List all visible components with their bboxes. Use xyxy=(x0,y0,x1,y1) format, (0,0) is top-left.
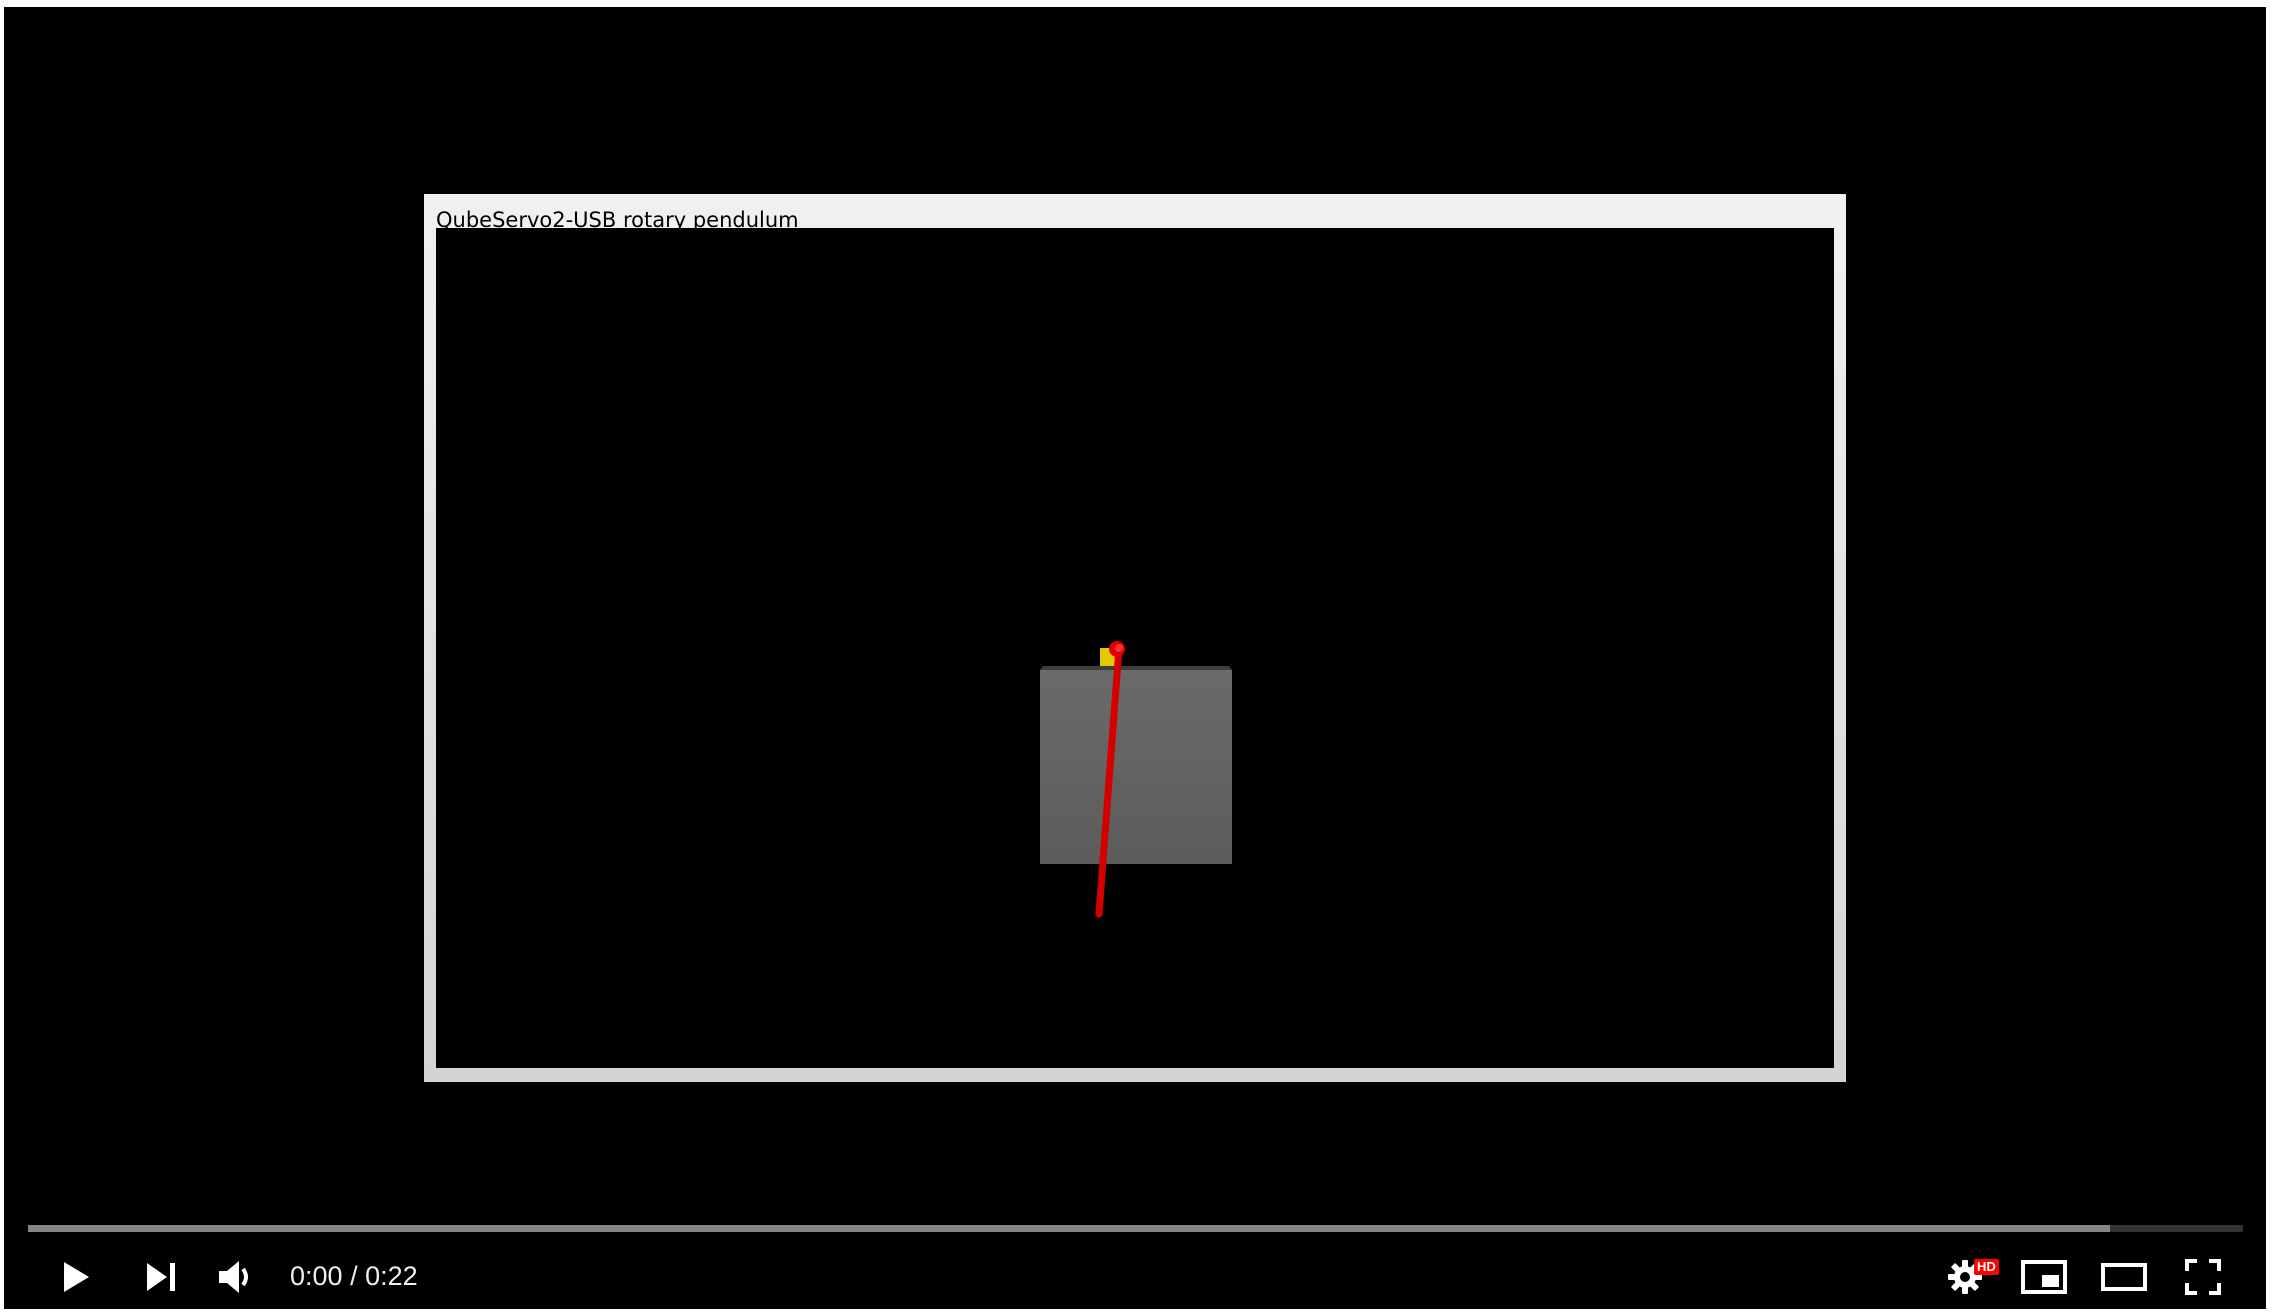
play-icon xyxy=(64,1262,89,1292)
miniplayer-icon xyxy=(2021,1260,2067,1294)
mute-button[interactable] xyxy=(206,1249,268,1305)
progress-loaded xyxy=(28,1225,2111,1232)
fullscreen-icon xyxy=(2185,1259,2221,1295)
pendulum-pivot-highlight xyxy=(1115,644,1123,652)
fullscreen-button[interactable] xyxy=(2172,1249,2234,1305)
simulation-window: QubeServo2-USB rotary pendulum xyxy=(424,194,1846,1082)
progress-bar[interactable] xyxy=(28,1225,2243,1232)
miniplayer-button[interactable] xyxy=(2013,1249,2075,1305)
video-player[interactable]: QubeServo2-USB rotary pendulum 0:00 / 0:… xyxy=(4,7,2266,1309)
time-separator: / xyxy=(350,1260,358,1291)
theater-mode-button[interactable] xyxy=(2093,1249,2155,1305)
settings-button[interactable] xyxy=(1934,1249,1996,1305)
next-icon xyxy=(147,1263,175,1291)
qube-base xyxy=(1040,670,1232,864)
current-time: 0:00 xyxy=(290,1260,343,1291)
duration: 0:22 xyxy=(365,1260,418,1291)
time-display: 0:00 / 0:22 xyxy=(290,1243,418,1309)
player-controls: 0:00 / 0:22 HD xyxy=(4,1243,2266,1309)
video-frame[interactable]: QubeServo2-USB rotary pendulum xyxy=(4,7,2266,1309)
theater-mode-icon xyxy=(2101,1263,2147,1291)
hd-badge: HD xyxy=(1974,1259,1999,1275)
simulation-viewport xyxy=(436,228,1834,1068)
next-button[interactable] xyxy=(130,1249,192,1305)
play-button[interactable] xyxy=(44,1249,106,1305)
pendulum-scene xyxy=(1040,641,1232,918)
volume-icon xyxy=(219,1261,248,1293)
qube-base-top xyxy=(1040,666,1232,670)
